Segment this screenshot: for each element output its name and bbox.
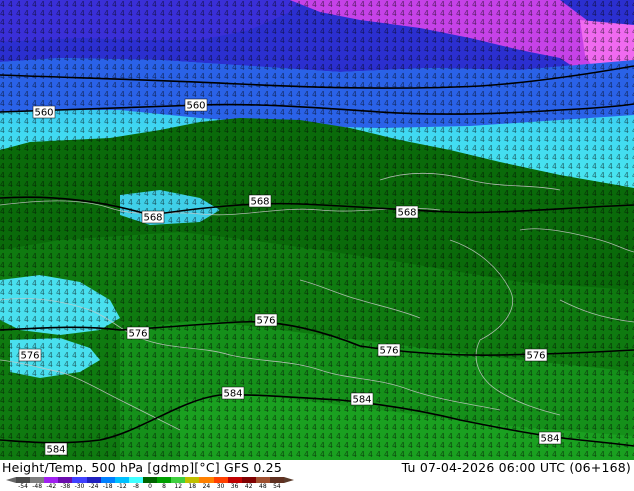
contour-label: 584 [44,442,68,456]
scale-tick-label: 24 [202,483,211,490]
grid-values-overlay [0,0,634,460]
contour-label: 576 [524,348,548,362]
scale-tick-label: 18 [188,483,197,490]
contour-label: 576 [18,348,42,362]
svg-text:584: 584 [540,434,559,445]
contour-label: 568 [395,205,419,219]
scale-tick-label: -30 [74,483,85,490]
contour-label: 584 [538,431,562,445]
scale-tick-label: 8 [162,483,167,490]
scale-tick-label: -42 [46,483,57,490]
scale-tick-label: 42 [244,483,253,490]
map-canvas: 4 2 [0,0,634,460]
scale-tick-label: 0 [148,483,152,490]
scale-tick-label: -8 [132,483,139,490]
contour-label: 560 [184,98,208,112]
svg-text:568: 568 [397,208,416,219]
svg-text:584: 584 [352,395,371,406]
map-title: Height/Temp. 500 hPa [gdmp][°C] GFS 0.25 [2,460,282,475]
weather-map: 4 2 [0,0,634,460]
svg-text:568: 568 [250,197,269,208]
scale-tick-label: 36 [230,483,239,490]
contour-label: 584 [350,392,374,406]
scale-tick-label: 54 [273,483,281,490]
contour-label: 560 [32,105,56,119]
contour-label: 576 [254,313,278,327]
svg-text:576: 576 [20,351,39,362]
svg-text:576: 576 [256,316,275,327]
svg-text:584: 584 [46,445,65,456]
scale-tick-label: -12 [116,483,127,490]
svg-text:584: 584 [223,389,242,400]
scale-tick-label: 30 [216,483,225,490]
contour-label: 568 [141,210,165,224]
scale-tick-label: 12 [174,483,183,490]
color-scale: -54 -48 -42 -38 -30 -24 -18 -12 -8 0 8 12 18 24 30 36 42… [4,477,304,490]
svg-text:560: 560 [186,101,205,112]
scale-tick-label: -48 [32,483,43,490]
scale-tick-label: -24 [88,483,99,490]
scale-tick-label: -38 [60,483,71,490]
scale-tick-label: -18 [102,483,113,490]
svg-text:576: 576 [379,346,398,357]
svg-text:560: 560 [34,108,53,119]
scale-tick-label: 48 [259,483,267,490]
contour-label: 576 [377,343,401,357]
forecast-time: Tu 07-04-2026 06:00 UTC (06+168) [401,460,631,475]
contour-label: 584 [221,386,245,400]
svg-text:576: 576 [128,329,147,340]
svg-text:568: 568 [143,213,162,224]
scale-tick-label: -54 [18,483,28,490]
contour-label: 576 [126,326,150,340]
map-footer: Height/Temp. 500 hPa [gdmp][°C] GFS 0.25… [0,460,634,490]
contour-label: 568 [248,194,272,208]
svg-text:576: 576 [526,351,545,362]
